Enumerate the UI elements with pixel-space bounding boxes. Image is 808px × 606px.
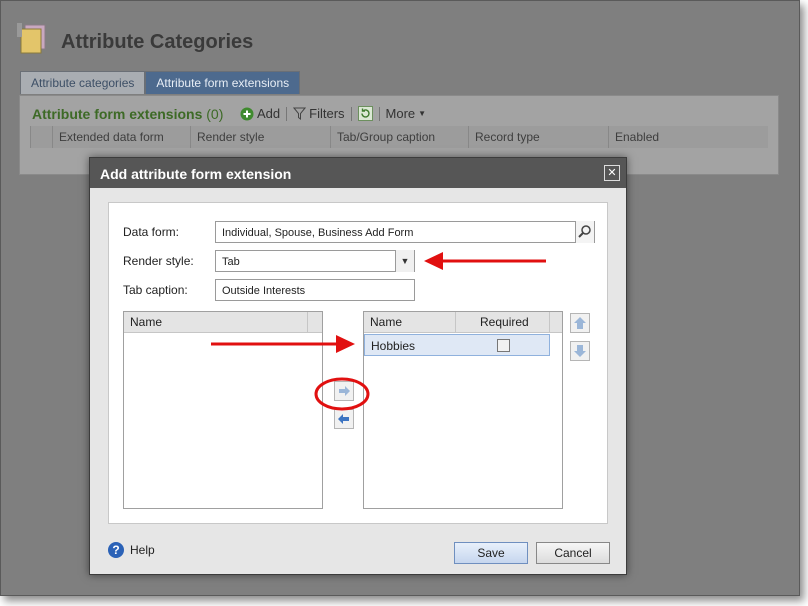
refresh-icon	[357, 106, 373, 121]
grid-title-text: Attribute form extensions	[32, 106, 203, 122]
available-list-header: Name	[124, 312, 322, 333]
help-link[interactable]: ? Help	[108, 542, 155, 558]
tab-attribute-form-extensions[interactable]: Attribute form extensions	[145, 71, 301, 94]
save-button[interactable]: Save	[454, 542, 528, 564]
move-right-button[interactable]	[334, 381, 354, 401]
application-window: Attribute Categories Attribute categorie…	[0, 0, 800, 596]
help-icon: ?	[108, 542, 124, 558]
tab-caption-value: Outside Interests	[222, 285, 306, 297]
tab-caption-field[interactable]: Outside Interests	[215, 279, 415, 301]
dropdown-caret-icon: ▼	[418, 109, 427, 118]
close-icon[interactable]: ✕	[604, 165, 620, 181]
refresh-button[interactable]	[357, 106, 373, 121]
column-header[interactable]: Enabled	[608, 126, 768, 148]
selected-list-header: Name Required	[364, 312, 562, 333]
grid-title: Attribute form extensions (0)	[32, 106, 223, 122]
add-button-label: Add	[257, 106, 281, 121]
more-button-label: More	[385, 106, 416, 121]
column-header[interactable]: Name	[124, 312, 308, 332]
move-left-button[interactable]	[334, 409, 354, 429]
dialog-title-bar: Add attribute form extension ✕	[90, 158, 626, 188]
column-header[interactable]: Extended data form	[52, 126, 190, 148]
selected-fields-list[interactable]: Name Required Hobbies	[363, 311, 563, 509]
grid-toolbar: Add Filters More ▼	[240, 106, 426, 121]
dialog-form-panel: Data form: Individual, Spouse, Business …	[108, 202, 608, 524]
tab-attribute-categories[interactable]: Attribute categories	[20, 71, 146, 94]
data-form-field[interactable]: Individual, Spouse, Business Add Form	[215, 221, 595, 243]
filter-icon	[293, 107, 307, 120]
dialog-title: Add attribute form extension	[100, 166, 292, 182]
required-checkbox[interactable]	[497, 339, 510, 352]
filters-button[interactable]: Filters	[293, 106, 345, 121]
toolbar-divider	[350, 106, 352, 121]
search-icon	[578, 225, 591, 238]
add-attribute-form-extension-dialog: Add attribute form extension ✕ Data form…	[89, 157, 627, 575]
render-style-select[interactable]: Tab ▼	[215, 250, 415, 272]
arrow-left-icon	[338, 414, 349, 424]
toolbar-divider	[286, 106, 288, 121]
more-button[interactable]: More ▼	[386, 106, 427, 121]
list-item[interactable]: Hobbies	[364, 334, 550, 356]
data-form-label: Data form:	[123, 225, 180, 239]
available-fields-list[interactable]: Name	[123, 311, 323, 509]
column-header[interactable]: Required	[456, 312, 550, 332]
cancel-button[interactable]: Cancel	[536, 542, 610, 564]
tab-strip: Attribute categories Attribute form exte…	[20, 71, 301, 95]
page-title: Attribute Categories	[61, 31, 254, 53]
render-style-label: Render style:	[123, 254, 194, 268]
arrow-down-icon	[574, 345, 586, 357]
arrow-up-icon	[574, 317, 586, 329]
toolbar-divider	[378, 106, 380, 121]
column-header[interactable]: Tab/Group caption	[330, 126, 468, 148]
filters-button-label: Filters	[309, 106, 345, 121]
column-header[interactable]: Render style	[190, 126, 330, 148]
tab-caption-label: Tab caption:	[123, 283, 188, 297]
arrow-right-icon	[339, 386, 350, 396]
render-style-value: Tab	[222, 256, 240, 268]
column-header[interactable]: Name	[364, 312, 456, 332]
chevron-down-icon[interactable]: ▼	[395, 250, 414, 272]
move-down-button[interactable]	[570, 341, 590, 361]
search-button[interactable]	[575, 221, 594, 243]
move-up-button[interactable]	[570, 313, 590, 333]
grid-header-spacer	[30, 126, 52, 148]
grid-count: (0)	[206, 106, 224, 122]
attribute-categories-icon	[17, 23, 46, 54]
add-icon	[240, 107, 254, 120]
add-button[interactable]: Add	[240, 106, 280, 121]
column-header[interactable]: Record type	[468, 126, 608, 148]
list-item-name: Hobbies	[371, 339, 416, 353]
grid-header: Extended data form Render style Tab/Grou…	[30, 126, 768, 148]
data-form-value: Individual, Spouse, Business Add Form	[222, 227, 414, 239]
help-label: Help	[130, 543, 155, 557]
